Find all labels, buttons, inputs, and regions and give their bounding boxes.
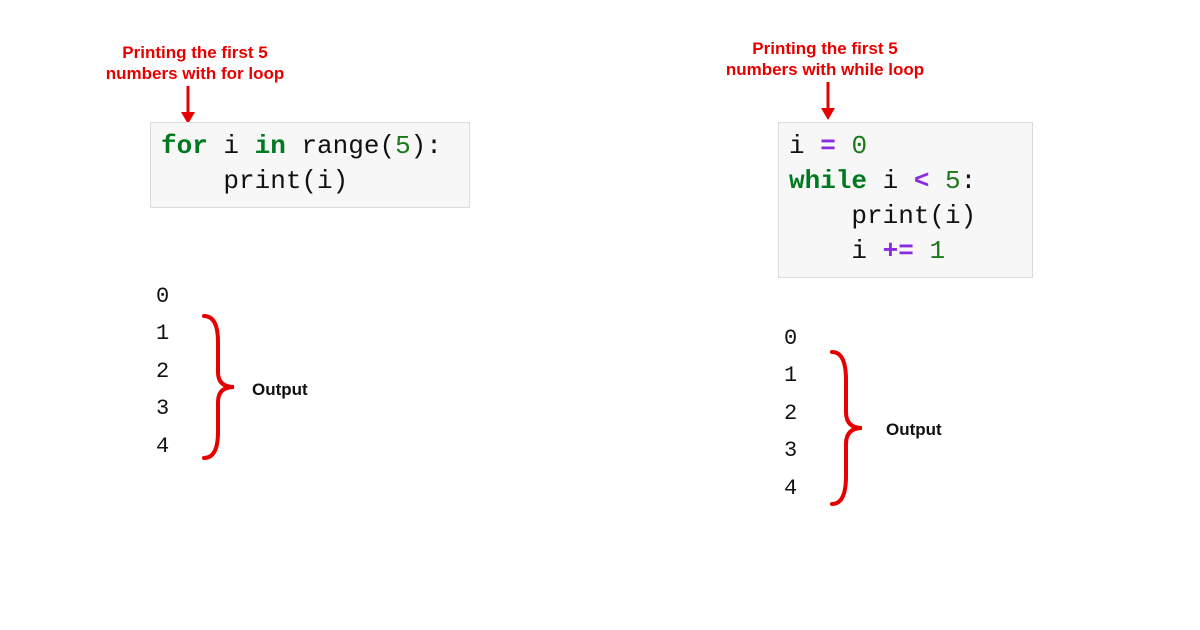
output-label: Output [252,380,308,400]
arrow-down-icon [178,86,198,124]
for-loop-caption: Printing the first 5 numbers with for lo… [95,42,295,85]
while-loop-code: i = 0while i < 5: print(i) i += 1 [778,122,1033,278]
for-loop-code: for i in range(5): print(i) [150,122,470,208]
for-loop-output: 0 1 2 3 4 [156,278,169,465]
curly-brace-icon [198,312,238,462]
output-label: Output [886,420,942,440]
curly-brace-icon [826,348,866,508]
while-loop-output: 0 1 2 3 4 [784,320,797,507]
arrow-down-icon [818,82,838,120]
while-loop-caption: Printing the first 5 numbers with while … [715,38,935,81]
